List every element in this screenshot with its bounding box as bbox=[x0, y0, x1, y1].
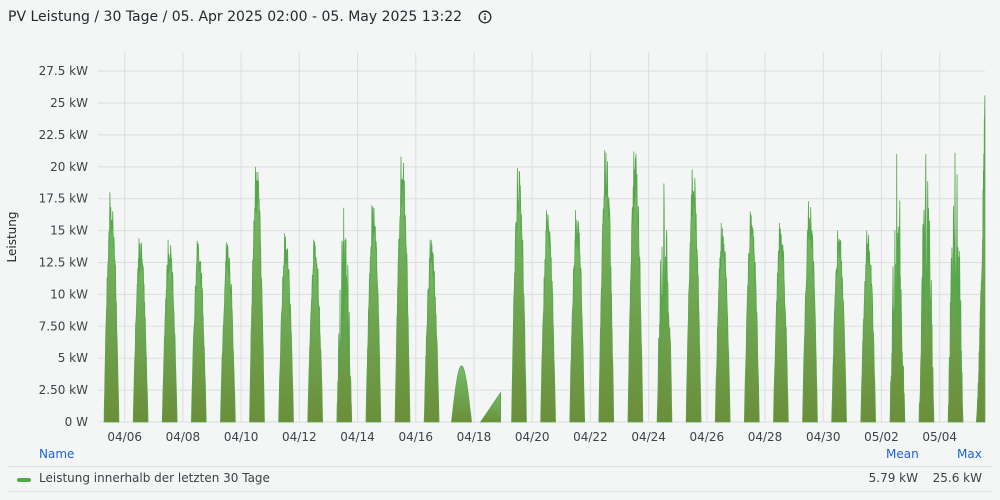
daily-power-area bbox=[802, 201, 818, 423]
y-tick-label: 2.50 kW bbox=[39, 383, 88, 397]
legend-max-header[interactable]: Max bbox=[957, 447, 982, 461]
y-axis-label: Leistung bbox=[5, 212, 19, 263]
panel-header: PV Leistung / 30 Tage / 05. Apr 2025 02:… bbox=[0, 0, 1000, 34]
daily-power-area bbox=[278, 233, 294, 423]
x-tick-label: 04/12 bbox=[282, 430, 317, 444]
x-tick-label: 05/04 bbox=[922, 430, 957, 444]
daily-power-area bbox=[479, 391, 501, 423]
pv-power-chart[interactable]: 0 W 2.50 kW 5 kW 7.50 kW 10 kW 12.5 kW 15 kW 17… bbox=[0, 34, 1000, 444]
daily-power-area bbox=[975, 95, 986, 423]
x-tick-label: 04/14 bbox=[340, 430, 375, 444]
daily-power-area bbox=[511, 168, 527, 423]
legend-name-header[interactable]: Name bbox=[39, 447, 74, 461]
daily-power-area bbox=[569, 210, 586, 423]
info-circle-icon[interactable] bbox=[478, 10, 492, 24]
daily-power-area bbox=[336, 207, 353, 423]
daily-power-area bbox=[743, 211, 760, 423]
legend-series-label[interactable]: Leistung innerhalb der letzten 30 Tage bbox=[39, 471, 270, 485]
legend-color-swatch bbox=[17, 478, 31, 482]
x-tick-label: 05/02 bbox=[864, 430, 899, 444]
daily-power-area bbox=[947, 152, 964, 423]
x-tick-label: 04/22 bbox=[573, 430, 608, 444]
y-tick-label: 22.5 kW bbox=[39, 128, 88, 142]
daily-power-area bbox=[161, 239, 178, 423]
y-tick-label: 12.5 kW bbox=[39, 256, 88, 270]
y-axis: 0 W 2.50 kW 5 kW 7.50 kW 10 kW 12.5 kW 15 kW 17… bbox=[39, 64, 88, 429]
legend-header: Name Mean Max bbox=[0, 444, 1000, 464]
x-tick-label: 04/26 bbox=[690, 430, 725, 444]
y-tick-label: 5 kW bbox=[58, 351, 88, 365]
daily-power-area bbox=[889, 154, 906, 423]
series-area bbox=[103, 95, 986, 423]
daily-power-area bbox=[103, 192, 120, 423]
x-tick-label: 04/06 bbox=[107, 430, 142, 444]
panel-title[interactable]: PV Leistung / 30 Tage / 05. Apr 2025 02:… bbox=[8, 9, 462, 25]
daily-power-area bbox=[394, 156, 411, 423]
daily-power-area bbox=[831, 230, 847, 423]
legend-max-value: 25.6 kW bbox=[932, 471, 982, 485]
x-tick-label: 04/30 bbox=[806, 430, 841, 444]
daily-power-area bbox=[451, 365, 472, 423]
daily-power-area bbox=[540, 210, 556, 423]
daily-power-area bbox=[773, 222, 789, 423]
legend-mean-value: 5.79 kW bbox=[868, 471, 918, 485]
x-tick-label: 04/28 bbox=[748, 430, 783, 444]
x-axis: 04/06 04/08 04/10 04/12 04/14 04/16 04/18 04/20… bbox=[107, 430, 957, 444]
x-tick-label: 04/10 bbox=[224, 430, 259, 444]
x-tick-label: 04/16 bbox=[398, 430, 433, 444]
x-tick-label: 04/20 bbox=[515, 430, 550, 444]
y-tick-label: 27.5 kW bbox=[39, 64, 88, 78]
x-tick-label: 04/24 bbox=[631, 430, 666, 444]
y-tick-label: 25 kW bbox=[50, 96, 88, 110]
legend-mean-header[interactable]: Mean bbox=[886, 447, 919, 461]
daily-power-area bbox=[656, 183, 673, 423]
daily-power-area bbox=[220, 242, 236, 423]
y-tick-label: 10 kW bbox=[50, 287, 88, 301]
legend-row[interactable]: Leistung innerhalb der letzten 30 Tage 5… bbox=[8, 466, 992, 492]
x-tick-label: 04/18 bbox=[457, 430, 492, 444]
y-tick-label: 15 kW bbox=[50, 224, 88, 238]
daily-power-area bbox=[685, 169, 702, 423]
y-tick-label: 17.5 kW bbox=[39, 192, 88, 206]
daily-power-area bbox=[423, 239, 440, 423]
daily-power-area bbox=[714, 222, 731, 423]
daily-power-area bbox=[918, 154, 935, 423]
daily-power-area bbox=[132, 238, 149, 423]
daily-power-area bbox=[190, 240, 207, 423]
y-tick-label: 0 W bbox=[65, 415, 88, 429]
daily-power-area bbox=[365, 205, 382, 423]
daily-power-area bbox=[598, 150, 615, 423]
daily-power-area bbox=[627, 151, 644, 423]
y-tick-label: 7.50 kW bbox=[39, 319, 88, 333]
x-tick-label: 04/08 bbox=[166, 430, 201, 444]
y-tick-label: 20 kW bbox=[50, 160, 88, 174]
daily-power-area bbox=[307, 239, 324, 423]
